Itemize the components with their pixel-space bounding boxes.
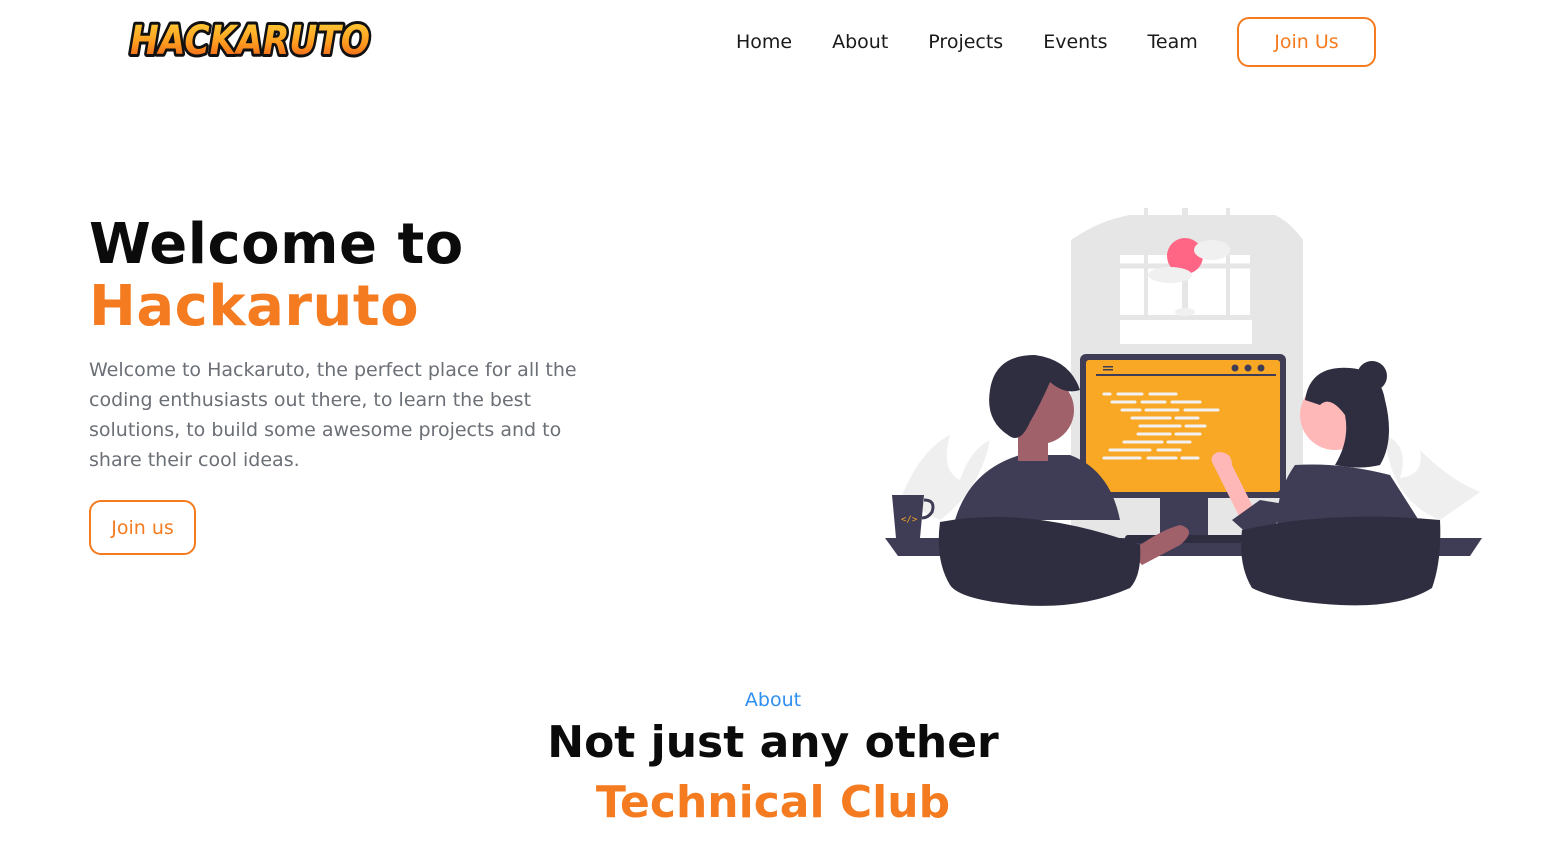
- nav-events[interactable]: Events: [1043, 28, 1107, 56]
- logo-graphic: HACKARUTO HACKARUTO: [127, 15, 373, 67]
- two-people-coding-illustration: </>: [880, 200, 1500, 615]
- about-tag: About: [744, 689, 802, 711]
- hero-title-line1: Welcome to: [89, 212, 464, 277]
- logo[interactable]: HACKARUTO HACKARUTO: [126, 12, 376, 68]
- nav-join-button[interactable]: Join Us: [1237, 17, 1376, 67]
- nav-home[interactable]: Home: [736, 28, 792, 56]
- about-heading-line2: Technical Club: [595, 777, 951, 828]
- hero-join-button[interactable]: Join us: [89, 500, 196, 555]
- hero-title-line2: Hackaruto: [89, 274, 420, 339]
- main-nav: Home About Projects Events Team: [736, 28, 1238, 56]
- nav-team[interactable]: Team: [1148, 28, 1198, 56]
- nav-projects[interactable]: Projects: [928, 28, 1003, 56]
- about-heading-line1: Not just any other: [547, 717, 999, 768]
- hero-description: Welcome to Hackaruto, the perfect place …: [89, 359, 577, 471]
- hero-title: Welcome to Hackaruto: [89, 214, 464, 338]
- nav-about[interactable]: About: [832, 28, 888, 56]
- svg-text:HACKARUTO: HACKARUTO: [130, 18, 370, 64]
- svg-text:</>: </>: [901, 515, 918, 525]
